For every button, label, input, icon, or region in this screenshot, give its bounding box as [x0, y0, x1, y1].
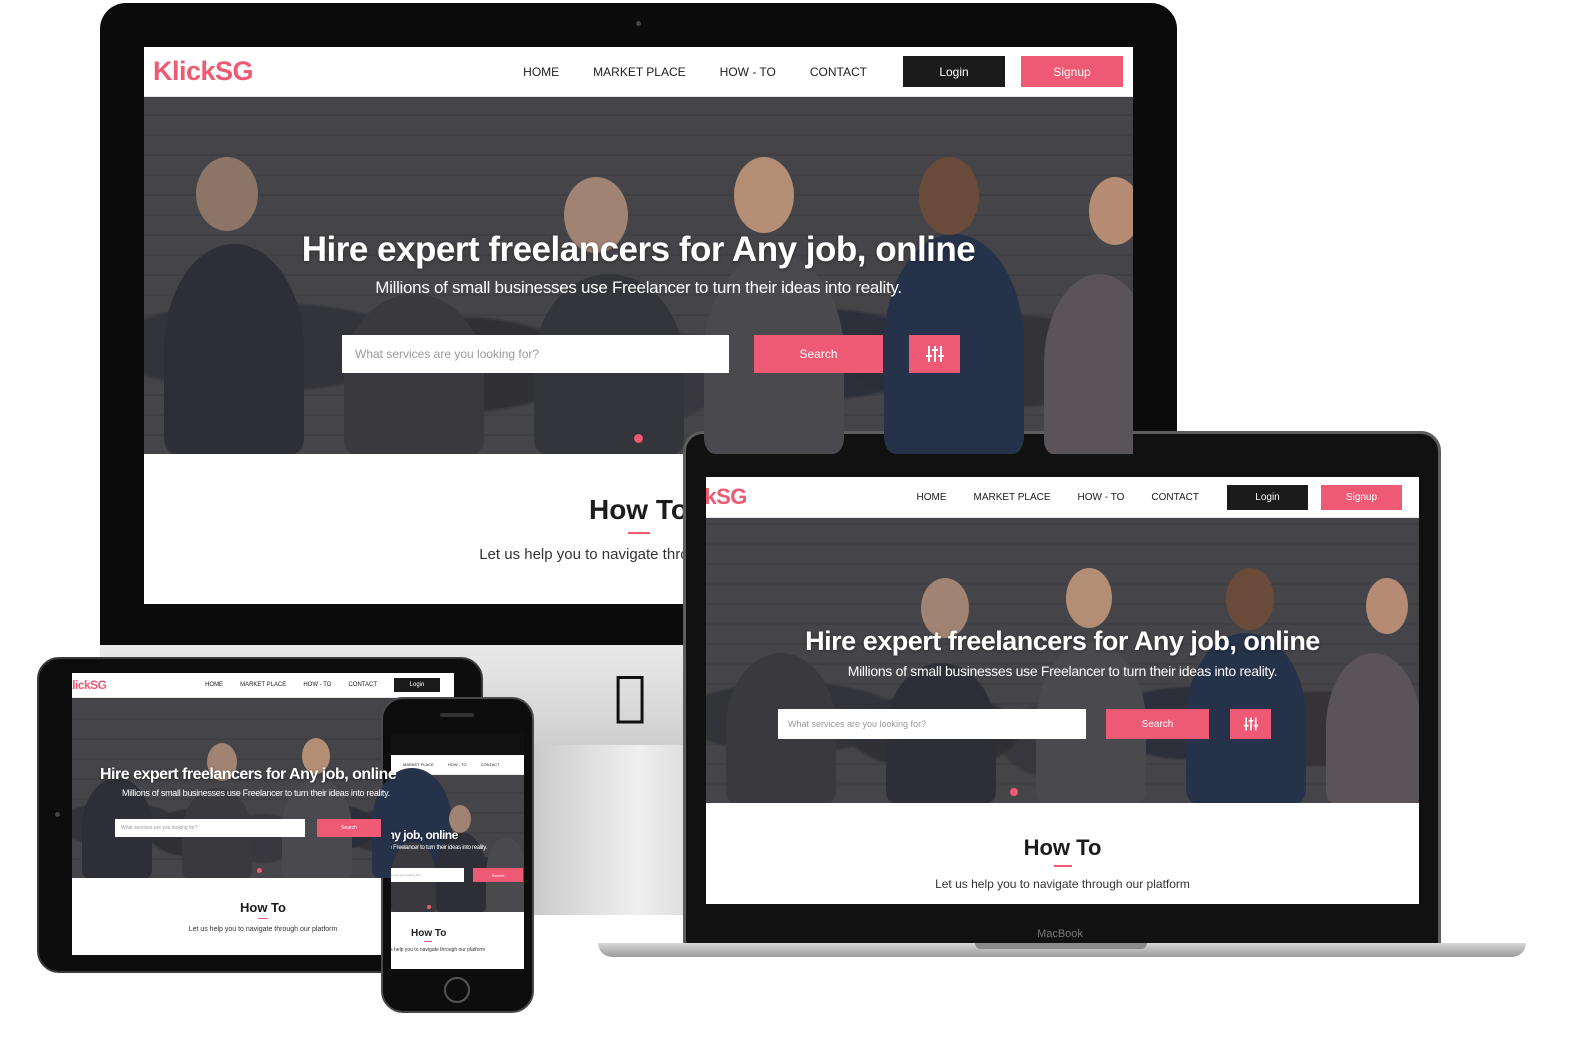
- navbar: KlickSG HOME MARKET PLACE HOW - TO CONTA…: [144, 47, 1133, 97]
- hero-subtitle: Millions of small businesses use Freelan…: [375, 278, 902, 297]
- hero-title: Hire expert freelancers for Any job, onl…: [100, 766, 397, 783]
- nav-contact[interactable]: CONTACT: [810, 65, 867, 79]
- search-input[interactable]: What services are you looking for?: [115, 819, 305, 837]
- nav-market-place[interactable]: MARKET PLACE: [593, 65, 685, 79]
- iphone-speaker: [440, 713, 474, 717]
- nav-contact[interactable]: CONTACT: [1151, 492, 1199, 503]
- search-input[interactable]: What services are you looking for?: [778, 709, 1086, 739]
- howto-underline: [627, 532, 650, 534]
- carousel-dot[interactable]: [427, 905, 431, 909]
- howto-underline: [1053, 865, 1072, 867]
- howto-subtitle: Let us help you to navigate through our …: [935, 877, 1190, 891]
- nav-how-to[interactable]: HOW - TO: [448, 762, 467, 767]
- search-button[interactable]: Search: [754, 335, 883, 373]
- nav-market-place[interactable]: MARKET PLACE: [240, 682, 286, 688]
- nav-how-to[interactable]: HOW - TO: [1078, 492, 1125, 503]
- signup-button[interactable]: Signup: [1321, 484, 1402, 510]
- howto-underline: [424, 941, 432, 942]
- search-button[interactable]: Search: [473, 868, 523, 882]
- nav-market-place[interactable]: MARKET PLACE: [403, 762, 434, 767]
- carousel-dot[interactable]: [257, 868, 262, 873]
- howto-title: How To: [411, 928, 447, 939]
- site-logo[interactable]: KlickSG: [706, 484, 747, 510]
- macbook-label: MacBook: [1037, 928, 1083, 940]
- nav-contact[interactable]: CONTACT: [481, 762, 500, 767]
- ipad-camera: [55, 812, 60, 817]
- nav-contact[interactable]: CONTACT: [348, 682, 377, 688]
- hero-subtitle: Millions of small businesses use Freelan…: [122, 788, 390, 798]
- sliders-icon[interactable]: [909, 335, 960, 373]
- site-logo[interactable]: KlickSG: [72, 678, 107, 692]
- nav-home[interactable]: HOME: [916, 492, 946, 503]
- nav-home[interactable]: HOME: [205, 682, 223, 688]
- howto-subtitle: Let us help you to navigate through our …: [391, 947, 486, 953]
- signup-button[interactable]: Signup: [1021, 56, 1123, 87]
- home-button-icon[interactable]: [444, 977, 470, 1003]
- nav-home[interactable]: HOME: [523, 65, 559, 79]
- macbook-notch: [975, 943, 1147, 949]
- howto-section: How To Let us help you to navigate throu…: [391, 912, 524, 969]
- howto-section: How To Let us help you to navigate throu…: [706, 803, 1419, 904]
- login-button[interactable]: Login: [394, 678, 440, 692]
- nav-how-to[interactable]: HOW - TO: [303, 682, 331, 688]
- login-button[interactable]: Login: [1227, 484, 1308, 510]
- site-logo[interactable]: KlickSG: [153, 56, 254, 87]
- carousel-dot[interactable]: [1010, 788, 1018, 796]
- nav-how-to[interactable]: HOW - TO: [720, 65, 776, 79]
- hero-title: Hire expert freelancers for Any job, onl…: [391, 828, 458, 842]
- search-input[interactable]: What services are you looking for?: [391, 868, 464, 882]
- login-button[interactable]: Login: [903, 56, 1005, 87]
- howto-title: How To: [1023, 835, 1102, 860]
- nav-market-place[interactable]: MARKET PLACE: [973, 492, 1050, 503]
- search-button[interactable]: Search: [1106, 709, 1209, 739]
- hero-section: Hire expert freelancers for Any job, onl…: [144, 97, 1133, 454]
- hero-section: Hire expert freelancers for Any job, onl…: [706, 518, 1419, 803]
- howto-underline: [258, 918, 268, 919]
- hero-title: Hire expert freelancers for Any job, onl…: [301, 230, 976, 269]
- navbar: KlickSG HOME MARKET PLACE HOW - TO CONTA…: [706, 477, 1419, 518]
- search-input[interactable]: What services are you looking for?: [342, 335, 729, 373]
- navbar: KlickSG HOME MARKET PLACE HOW - TO CONTA…: [72, 673, 454, 698]
- carousel-dot[interactable]: [634, 434, 643, 443]
- hero-subtitle: Millions of small businesses use Freelan…: [847, 663, 1278, 679]
- hero-subtitle: Millions of small businesses use Freelan…: [391, 845, 487, 851]
- hero-title: Hire expert freelancers for Any job, onl…: [805, 626, 1320, 656]
- sliders-icon[interactable]: [1230, 709, 1271, 739]
- macbook-screen: KlickSG HOME MARKET PLACE HOW - TO CONTA…: [706, 477, 1419, 904]
- search-button[interactable]: Search: [317, 819, 381, 837]
- apple-logo-icon: : [614, 664, 646, 727]
- imac-camera: [636, 21, 641, 26]
